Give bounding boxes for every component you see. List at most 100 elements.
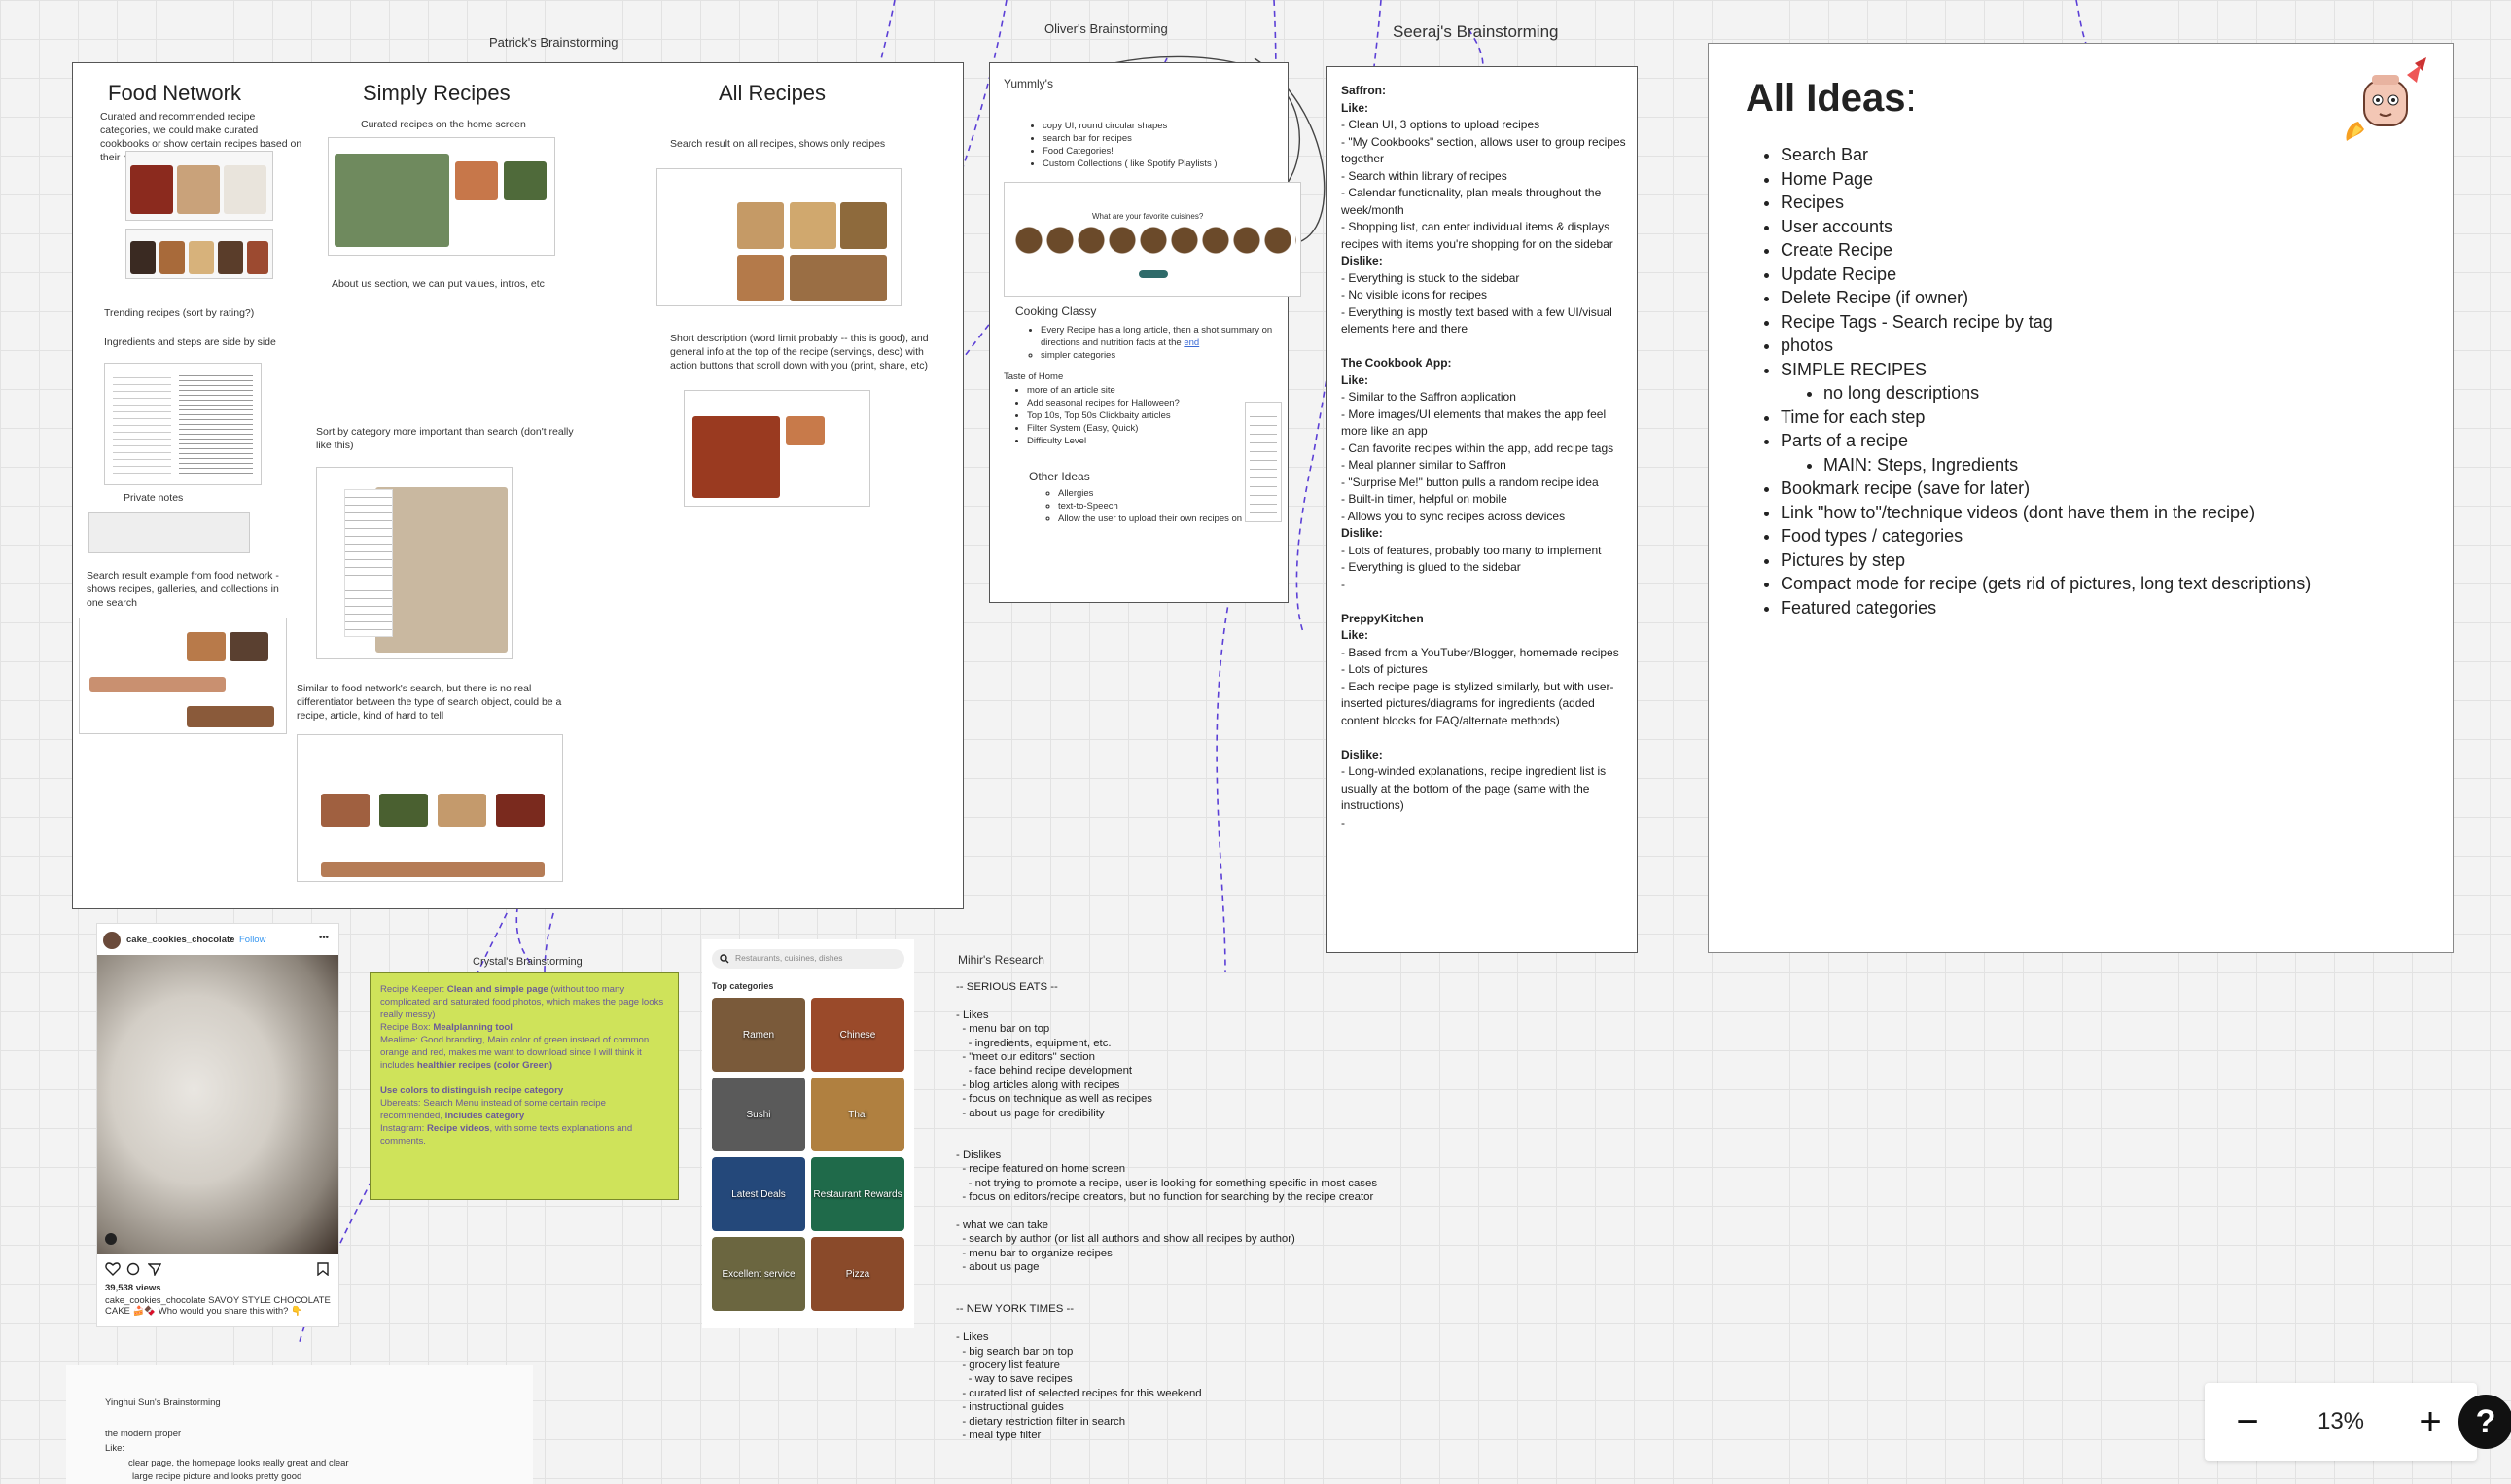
bookmark-icon[interactable]	[317, 1262, 329, 1276]
oliver-frame[interactable]: Yummly's copy UI, round circular shapes …	[989, 62, 1301, 603]
simply-recipes-note: Sort by category more important than sea…	[316, 426, 574, 451]
simply-recipes-title: Simply Recipes	[363, 81, 511, 105]
category-tile-thai[interactable]: Thai	[811, 1078, 904, 1151]
rocket-mascot-icon	[2346, 57, 2426, 141]
ubereats-search-placeholder: Restaurants, cuisines, dishes	[735, 953, 843, 963]
all-recipes-recipe-screenshot	[684, 390, 870, 507]
frame-label-crystal: Crystal's Brainstorming	[473, 956, 583, 968]
idea-item: no long descriptions	[1823, 381, 2461, 406]
idea-item: Featured categories	[1781, 596, 2461, 620]
taste-of-home-item: Top 10s, Top 50s Clickbaity articles	[1027, 409, 1221, 422]
zoom-control: − 13% +	[2205, 1383, 2477, 1461]
ubereats-top-categories: Top categories	[712, 981, 774, 991]
yummly-item: copy UI, round circular shapes	[1043, 120, 1237, 132]
mihir-notes[interactable]: -- SERIOUS EATS -- - Likes - menu bar on…	[956, 980, 1481, 1442]
all-recipes-desc: Search result on all recipes, shows only…	[670, 138, 886, 150]
seeraj-frame[interactable]: Saffron: Like: - Clean UI, 3 options to …	[1326, 66, 1638, 953]
simply-recipes-note: About us section, we can put values, int…	[332, 278, 545, 290]
cooking-classy-link[interactable]: end	[1184, 337, 1199, 348]
idea-item: Update Recipe	[1781, 263, 2461, 287]
all-ideas-frame[interactable]: All Ideas: Search BarHome PageRecipesUse…	[1708, 43, 2454, 953]
yinghui-line: the modern proper	[105, 1429, 182, 1439]
idea-item: User accounts	[1781, 215, 2461, 239]
food-network-note: Search result example from food network …	[87, 570, 279, 609]
simply-recipes-category-screenshot	[316, 467, 513, 659]
category-tile-restaurant-rewards[interactable]: Restaurant Rewards	[811, 1157, 904, 1231]
idea-item: Parts of a recipe	[1781, 429, 2461, 453]
yummly-item: search bar for recipes	[1043, 132, 1237, 145]
taste-of-home-item: Add seasonal recipes for Halloween?	[1027, 397, 1221, 409]
category-tile-excellent-service[interactable]: Excellent service	[712, 1237, 805, 1311]
food-network-note: Private notes	[124, 492, 184, 504]
simply-recipes-screenshot	[328, 137, 555, 256]
category-tile-ramen[interactable]: Ramen	[712, 998, 805, 1072]
instagram-dot: •	[230, 935, 233, 945]
idea-item: photos	[1781, 334, 2461, 358]
category-tile-sushi[interactable]: Sushi	[712, 1078, 805, 1151]
zoom-level[interactable]: 13%	[2292, 1408, 2389, 1435]
all-ideas-title: All Ideas:	[1746, 77, 1917, 120]
yummly-screenshot: What are your favorite cuisines?	[1004, 182, 1301, 297]
yinghui-line: Like:	[105, 1443, 125, 1454]
idea-item: Delete Recipe (if owner)	[1781, 286, 2461, 310]
idea-item: Bookmark recipe (save for later)	[1781, 477, 2461, 501]
idea-item: SIMPLE RECIPES	[1781, 358, 2461, 382]
instagram-views: 39,538 views	[105, 1283, 161, 1293]
frame-label-patrick: Patrick's Brainstorming	[489, 35, 619, 50]
crystal-sticky-note[interactable]: Recipe Keeper: Clean and simple page (wi…	[370, 972, 679, 1200]
category-tile-pizza[interactable]: Pizza	[811, 1237, 904, 1311]
yummly-item: Custom Collections ( like Spotify Playli…	[1043, 158, 1237, 170]
comment-icon[interactable]	[126, 1262, 140, 1276]
yinghui-frame[interactable]: Yinghui Sun's Brainstorming the modern p…	[66, 1365, 533, 1484]
idea-item: Recipe Tags - Search recipe by tag	[1781, 310, 2461, 335]
instagram-follow-button[interactable]: Follow	[239, 934, 265, 946]
taste-of-home-item: Filter System (Easy, Quick)	[1027, 422, 1221, 435]
instagram-video[interactable]	[97, 955, 338, 1254]
cooking-classy-item: simpler categories	[1041, 349, 1303, 362]
yummly-title: Yummly's	[1004, 77, 1053, 90]
food-network-recipe-screenshot	[104, 363, 262, 485]
cooking-classy-title: Cooking Classy	[1015, 304, 1097, 318]
cooking-classy-item: Every Recipe has a long article, then a …	[1041, 324, 1303, 349]
heart-icon[interactable]	[105, 1262, 121, 1276]
food-network-screenshot	[125, 229, 273, 279]
search-icon	[720, 954, 729, 964]
yinghui-line: clear page, the homepage looks really gr…	[128, 1458, 349, 1468]
taste-of-home-screenshot	[1245, 402, 1282, 522]
seeraj-notes: Saffron: Like: - Clean UI, 3 options to …	[1341, 84, 1626, 830]
help-button[interactable]: ?	[2458, 1395, 2511, 1449]
idea-item: Time for each step	[1781, 406, 2461, 430]
idea-item: Recipes	[1781, 191, 2461, 215]
all-ideas-list: Search BarHome PageRecipesUser accountsC…	[1763, 143, 2461, 619]
yummly-item: Food Categories!	[1043, 145, 1237, 158]
idea-item: Compact mode for recipe (gets rid of pic…	[1781, 572, 2461, 596]
yinghui-line: large recipe picture and looks pretty go…	[132, 1471, 302, 1482]
zoom-out-button[interactable]: −	[2222, 1396, 2273, 1447]
idea-item: Food types / categories	[1781, 524, 2461, 548]
food-network-screenshot	[125, 151, 273, 221]
avatar	[103, 932, 121, 949]
instagram-post[interactable]: cake_cookies_chocolate • Follow ••• 39,5…	[97, 924, 338, 1326]
yummly-screenshot-text: What are your favorite cuisines?	[1092, 212, 1204, 221]
connector-line	[2075, 0, 2087, 45]
other-ideas-title: Other Ideas	[1029, 470, 1090, 483]
food-network-title: Food Network	[108, 81, 241, 105]
category-tile-latest-deals[interactable]: Latest Deals	[712, 1157, 805, 1231]
category-tile-chinese[interactable]: Chinese	[811, 998, 904, 1072]
yummly-list: copy UI, round circular shapes search ba…	[1025, 120, 1237, 170]
idea-item: Create Recipe	[1781, 238, 2461, 263]
all-recipes-search-screenshot	[656, 168, 902, 306]
zoom-in-button[interactable]: +	[2405, 1396, 2456, 1447]
share-icon[interactable]	[148, 1262, 161, 1276]
ubereats-search-input[interactable]: Restaurants, cuisines, dishes	[712, 949, 904, 969]
yinghui-title: Yinghui Sun's Brainstorming	[105, 1397, 221, 1408]
food-network-note: Trending recipes (sort by rating?)	[104, 307, 255, 319]
more-options-icon[interactable]: •••	[319, 932, 329, 944]
idea-item: Pictures by step	[1781, 548, 2461, 573]
frame-label-mihir: Mihir's Research	[958, 953, 1044, 967]
idea-item: MAIN: Steps, Ingredients	[1823, 453, 2461, 477]
ubereats-screenshot[interactable]: Restaurants, cuisines, dishes Top catego…	[702, 939, 914, 1328]
instagram-username[interactable]: cake_cookies_chocolate	[126, 934, 234, 946]
patrick-frame[interactable]: Food Network Curated and recommended rec…	[72, 62, 964, 909]
instagram-caption: cake_cookies_chocolate SAVOY STYLE CHOCO…	[105, 1295, 331, 1317]
